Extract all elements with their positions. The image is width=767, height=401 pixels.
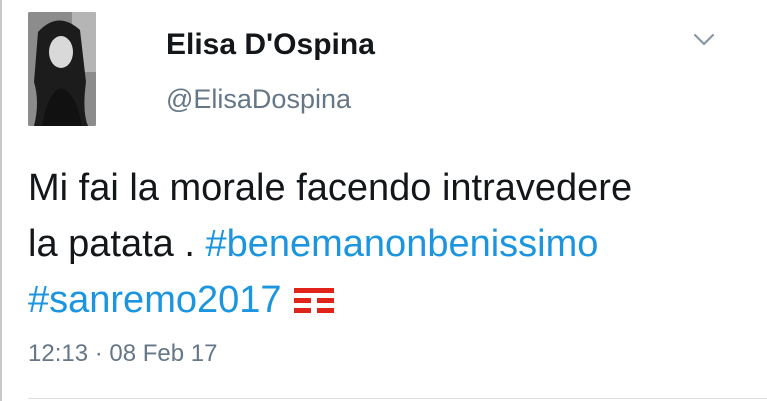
tweet-text: Mi fai la morale facendo intravedere la … [28,160,748,332]
tweet-text-line-2: la patata . #benemanonbenissimo [28,216,748,272]
tweet-text-line-1: Mi fai la morale facendo intravedere [28,167,633,209]
divider [28,398,767,399]
author-name[interactable]: Elisa D'Ospina [166,28,375,62]
tweet-text-plain: la patata . [28,223,206,265]
tim-logo-icon [293,276,334,332]
chevron-down-icon[interactable] [690,30,718,50]
hashtag-link[interactable]: #benemanonbenissimo [205,223,598,265]
author-handle[interactable]: @ElisaDospina [166,84,351,115]
tweet-card: Elisa D'Ospina @ElisaDospina Mi fai la m… [0,0,767,401]
tweet-text-line-3: #sanremo2017 [28,272,748,332]
avatar[interactable] [28,12,96,126]
card-border [0,0,2,401]
tweet-timestamp[interactable]: 12:13 · 08 Feb 17 [28,340,217,368]
hashtag-link[interactable]: #sanremo2017 [28,279,282,321]
